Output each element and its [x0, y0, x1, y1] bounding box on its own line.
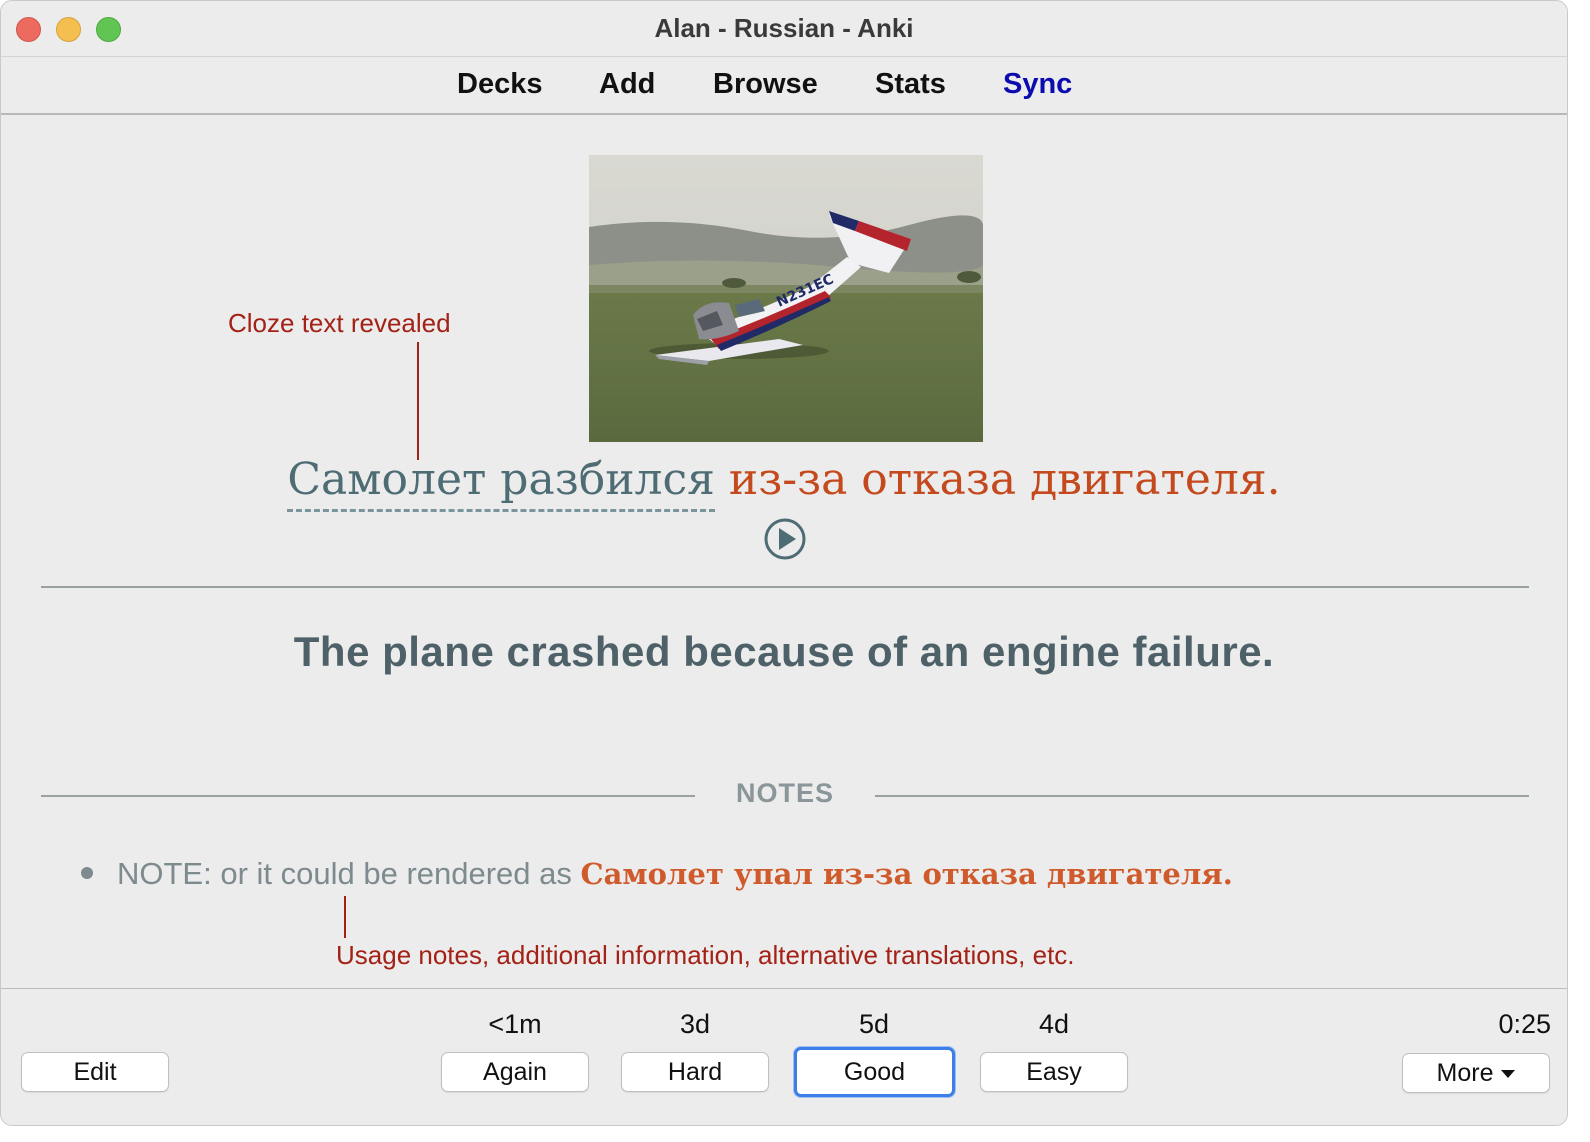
cloze-sentence: Самолет разбился из-за отказа двигателя.: [1, 454, 1567, 512]
annotation-cloze-revealed: Cloze text revealed: [228, 308, 451, 338]
main-toolbar: Decks Add Browse Stats Sync: [1, 57, 1567, 115]
play-circle-icon[interactable]: [763, 517, 807, 561]
more-button-label: More: [1436, 1059, 1494, 1087]
easy-button[interactable]: Easy: [980, 1052, 1128, 1092]
interval-again: <1m: [488, 1009, 542, 1039]
more-button[interactable]: More: [1402, 1053, 1550, 1093]
cloze-revealed-text: из-за отказа двигателя.: [728, 454, 1281, 505]
toolbar-decks[interactable]: Decks: [457, 68, 542, 101]
caret-down-icon: [1501, 1070, 1516, 1079]
translation-text: The plane crashed because of an engine f…: [293, 628, 1275, 675]
notes-rule-left: [41, 795, 695, 797]
annotation-pointer-line-notes: [344, 896, 346, 938]
notes-heading: NOTES: [735, 778, 834, 808]
card-review-area: N231EC Cloze text revealed Самолет разби…: [1, 116, 1567, 988]
note-russian-text: Самолет упал из-за отказа двигателя.: [580, 857, 1233, 891]
anki-window: Alan - Russian - Anki Decks Add Browse S…: [0, 0, 1568, 1126]
annotation-usage-notes: Usage notes, additional information, alt…: [336, 940, 1075, 970]
note-list-item: NOTE: or it could be rendered as Самолет…: [81, 856, 1233, 892]
title-bar: Alan - Russian - Anki: [1, 1, 1567, 57]
card-divider: [41, 586, 1529, 588]
review-bottom-bar: Edit <1m 3d 5d 4d Again Hard Good Easy 0…: [1, 988, 1567, 1125]
window-title: Alan - Russian - Anki: [654, 13, 914, 43]
toolbar-sync[interactable]: Sync: [1003, 68, 1072, 101]
cloze-known-text: Самолет разбился: [287, 454, 715, 512]
review-timer: 0:25: [1498, 1009, 1551, 1039]
edit-button[interactable]: Edit: [21, 1052, 169, 1092]
interval-easy: 4d: [1038, 1009, 1070, 1039]
note-prefix-text: NOTE: or it could be rendered as: [117, 856, 572, 891]
good-button[interactable]: Good: [794, 1047, 955, 1097]
bullet: [81, 866, 93, 879]
toolbar-add[interactable]: Add: [599, 68, 655, 101]
interval-good: 5d: [858, 1009, 890, 1039]
toolbar-browse[interactable]: Browse: [713, 68, 818, 101]
again-button[interactable]: Again: [441, 1052, 589, 1092]
card-image-crashed-plane: N231EC: [589, 155, 983, 442]
notes-rule-right: [875, 795, 1529, 797]
hard-button[interactable]: Hard: [621, 1052, 769, 1092]
interval-hard: 3d: [679, 1009, 711, 1039]
annotation-pointer-line: [417, 342, 419, 460]
toolbar-stats[interactable]: Stats: [875, 68, 946, 101]
